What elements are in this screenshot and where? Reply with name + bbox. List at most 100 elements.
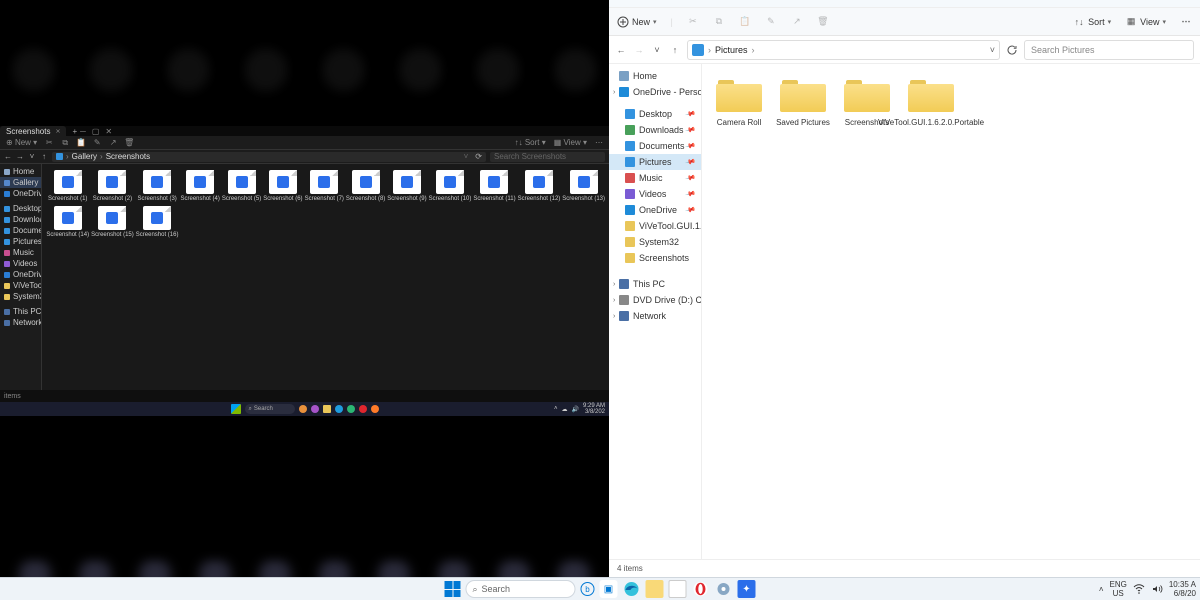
close-icon[interactable] bbox=[56, 129, 60, 133]
opera-icon[interactable] bbox=[692, 580, 710, 598]
sidebar-item-music[interactable]: Music📌 bbox=[609, 170, 701, 186]
edge-icon[interactable] bbox=[623, 580, 641, 598]
new-button[interactable]: New ▾ bbox=[617, 16, 657, 28]
refresh-icon[interactable] bbox=[1006, 44, 1018, 56]
chevron-right-icon[interactable]: › bbox=[613, 313, 615, 320]
tray-lang[interactable]: ENG bbox=[1110, 580, 1127, 589]
file-item[interactable]: Screenshot (8) bbox=[346, 168, 385, 204]
file-item[interactable]: Screenshot (12) bbox=[518, 168, 561, 204]
task-view-icon[interactable]: ▣ bbox=[600, 580, 618, 598]
delete-icon[interactable]: 🗑 bbox=[125, 139, 133, 147]
sidebar-item-screenshots[interactable]: Screenshots bbox=[609, 250, 701, 266]
file-item[interactable]: Screenshot (13) bbox=[562, 168, 605, 204]
sidebar-item-this-pc[interactable]: ›This PC bbox=[609, 276, 701, 292]
light-search-input[interactable]: Search Pictures bbox=[1024, 40, 1194, 60]
paste-icon[interactable]: 📋 bbox=[77, 139, 85, 147]
more-icon[interactable]: ⋯ bbox=[1180, 16, 1192, 28]
chevron-right-icon[interactable]: › bbox=[613, 89, 615, 96]
maximize-icon[interactable]: ▢ bbox=[89, 127, 103, 136]
edge-icon[interactable] bbox=[335, 405, 343, 413]
cloud-icon[interactable]: ☁ bbox=[562, 406, 568, 413]
file-item[interactable]: Screenshot (7) bbox=[305, 168, 344, 204]
sidebar-item-this-pc[interactable]: This PC bbox=[0, 306, 41, 317]
opera-icon[interactable] bbox=[359, 405, 367, 413]
file-item[interactable]: Screenshot (14) bbox=[46, 204, 89, 240]
tray-chevron-icon[interactable]: ˄ bbox=[1099, 585, 1104, 594]
file-item[interactable]: Screenshot (1) bbox=[46, 168, 89, 204]
sidebar-item-onedrive-persona[interactable]: OneDrive - Persona bbox=[0, 188, 41, 199]
tray-chevron-icon[interactable]: ˄ bbox=[554, 406, 558, 412]
chevron-down-icon[interactable]: ˅ bbox=[990, 45, 995, 55]
notepad-icon[interactable] bbox=[669, 580, 687, 598]
sidebar-item-downloads[interactable]: Downloads bbox=[0, 214, 41, 225]
view-button[interactable]: ▦ View ▾ bbox=[1125, 16, 1166, 28]
photos-icon[interactable]: ✦ bbox=[738, 580, 756, 598]
new-button[interactable]: ⊕ New ▾ bbox=[6, 138, 37, 147]
nav-back-icon[interactable]: ← bbox=[615, 44, 627, 56]
sidebar-item-dvd-drive-d-ccc[interactable]: ›DVD Drive (D:) CCC bbox=[609, 292, 701, 308]
sidebar-item-desktop[interactable]: Desktop bbox=[0, 203, 41, 214]
sidebar-item-vivetool-gui-1-6-2-0[interactable]: ViVeTool.GUI.1.6.2.0 bbox=[609, 218, 701, 234]
file-item[interactable]: Screenshot (6) bbox=[263, 168, 302, 204]
sidebar-item-network[interactable]: ›Network bbox=[609, 308, 701, 324]
file-explorer-icon[interactable] bbox=[646, 580, 664, 598]
volume-icon[interactable]: 🔊 bbox=[572, 406, 579, 413]
share-icon[interactable]: ↗ bbox=[109, 139, 117, 147]
refresh-icon[interactable]: ⟳ bbox=[475, 152, 482, 161]
volume-icon[interactable] bbox=[1151, 583, 1163, 595]
sidebar-item-onedrive[interactable]: OneDrive bbox=[0, 269, 41, 280]
file-item[interactable]: Screenshot (2) bbox=[91, 168, 134, 204]
file-item[interactable]: Screenshot (3) bbox=[136, 168, 179, 204]
sidebar-item-documents[interactable]: Documents📌 bbox=[609, 138, 701, 154]
sidebar-item-music[interactable]: Music bbox=[0, 247, 41, 258]
sort-button[interactable]: ↑↓ Sort ▾ bbox=[1073, 16, 1111, 28]
sidebar-item-downloads[interactable]: Downloads📌 bbox=[609, 122, 701, 138]
file-explorer-icon[interactable] bbox=[323, 405, 331, 413]
tray-time[interactable]: 10:35 A bbox=[1169, 580, 1196, 589]
dark-tab-screenshots[interactable]: Screenshots bbox=[0, 126, 66, 136]
taskbar-app-icon[interactable] bbox=[347, 405, 355, 413]
sidebar-item-videos[interactable]: Videos bbox=[0, 258, 41, 269]
nav-recent-icon[interactable]: ˅ bbox=[651, 44, 663, 56]
nav-recent-icon[interactable]: ˅ bbox=[28, 152, 36, 161]
sidebar-item-videos[interactable]: Videos📌 bbox=[609, 186, 701, 202]
breadcrumb[interactable]: Pictures bbox=[715, 45, 748, 55]
close-window-icon[interactable]: ✕ bbox=[102, 127, 115, 136]
bing-icon[interactable]: b bbox=[581, 582, 595, 596]
nav-forward-icon[interactable]: → bbox=[16, 152, 24, 161]
sidebar-item-gallery[interactable]: Gallery bbox=[0, 177, 41, 188]
sidebar-item-onedrive-persona[interactable]: ›OneDrive - Persona bbox=[609, 84, 701, 100]
chevron-down-icon[interactable]: ˅ bbox=[464, 152, 469, 161]
dark-search-input[interactable]: Search Screenshots bbox=[490, 152, 605, 162]
sidebar-item-pictures[interactable]: Pictures bbox=[0, 236, 41, 247]
sidebar-item-system32[interactable]: System32 bbox=[0, 291, 41, 302]
file-item[interactable]: Screenshot (15) bbox=[91, 204, 134, 240]
sidebar-item-documents[interactable]: Documents bbox=[0, 225, 41, 236]
taskbar-search[interactable]: ⌕ Search bbox=[466, 580, 576, 598]
sidebar-item-home[interactable]: Home bbox=[609, 68, 701, 84]
sidebar-item-pictures[interactable]: Pictures📌 bbox=[609, 154, 701, 170]
more-icon[interactable]: ⋯ bbox=[595, 138, 603, 147]
dark-taskbar-search[interactable]: ⌕ Search bbox=[245, 404, 295, 414]
file-item[interactable]: Screenshot (16) bbox=[136, 204, 179, 240]
sidebar-item-desktop[interactable]: Desktop📌 bbox=[609, 106, 701, 122]
sidebar-item-system32[interactable]: System32 bbox=[609, 234, 701, 250]
folder-item[interactable]: Saved Pictures bbox=[772, 78, 834, 127]
nav-up-icon[interactable]: ↑ bbox=[669, 44, 681, 56]
settings-icon[interactable] bbox=[715, 580, 733, 598]
sidebar-item-network[interactable]: Network bbox=[0, 317, 41, 328]
file-item[interactable]: Screenshot (4) bbox=[180, 168, 219, 204]
nav-back-icon[interactable]: ← bbox=[4, 152, 12, 161]
dark-path-bar[interactable]: › Gallery › Screenshots ˅ ⟳ bbox=[52, 152, 486, 162]
firefox-icon[interactable] bbox=[371, 405, 379, 413]
light-path-bar[interactable]: › Pictures › ˅ bbox=[687, 40, 1000, 60]
folder-item[interactable]: ViVeTool.GUI.1.6.2.0.Portable bbox=[900, 78, 962, 127]
folder-item[interactable]: Camera Roll bbox=[708, 78, 770, 127]
sidebar-item-home[interactable]: Home bbox=[0, 166, 41, 177]
start-button[interactable] bbox=[445, 581, 461, 597]
copy-icon[interactable]: ⧉ bbox=[61, 139, 69, 147]
file-item[interactable]: Screenshot (5) bbox=[222, 168, 261, 204]
taskbar-app-icon[interactable] bbox=[311, 405, 319, 413]
chevron-right-icon[interactable]: › bbox=[613, 297, 615, 304]
wifi-icon[interactable] bbox=[1133, 583, 1145, 595]
